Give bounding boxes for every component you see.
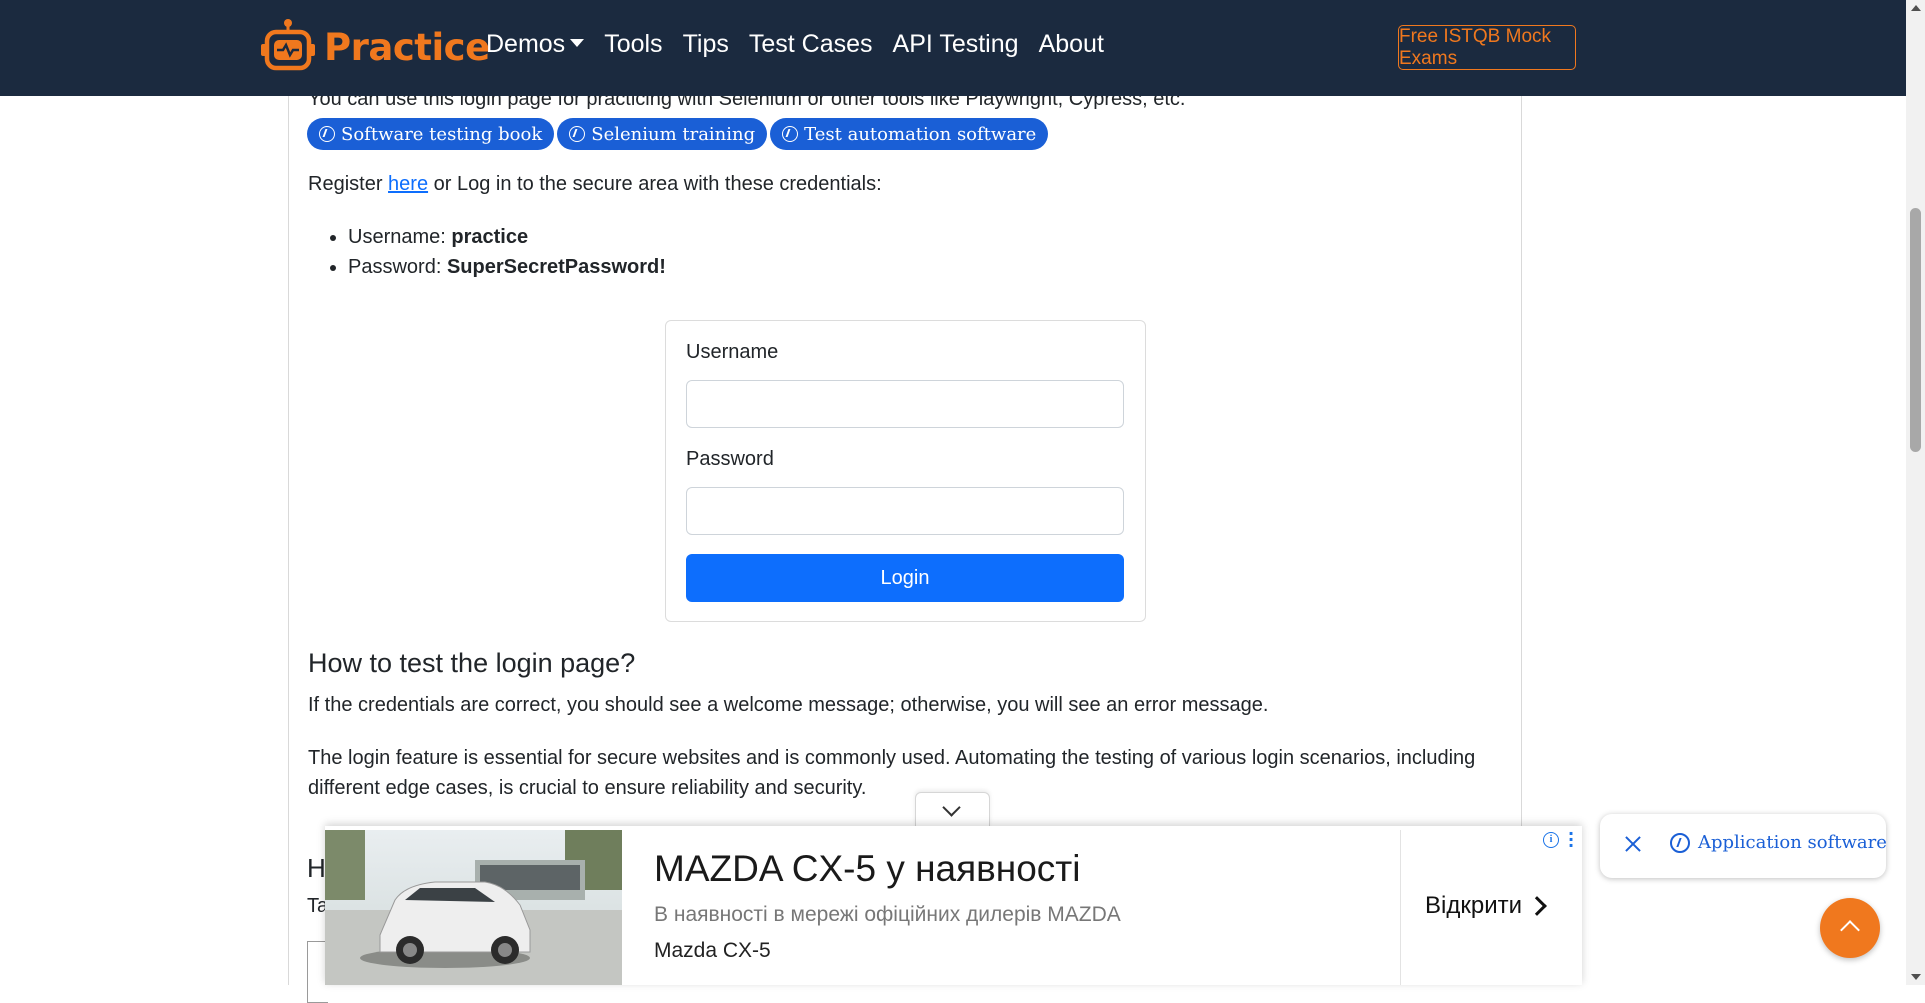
username-cred-value: practice [451,226,529,248]
ad-divider [1400,830,1401,985]
register-text: Register here or Log in to the secure ar… [308,173,882,196]
lightning-icon [319,126,335,142]
ad-open-label: Відкрити [1425,892,1522,919]
top-navbar: Practice Demos Tools Tips Test Cases API… [0,0,1906,96]
login-button[interactable]: Login [686,554,1124,602]
password-cred-label: Password: [348,256,447,278]
nav-item-about[interactable]: About [1039,30,1104,59]
list-item: Username: practice [348,222,666,252]
how-to-test-heading: How to test the login page? [308,648,636,678]
topic-pills: Software testing book Selenium training … [307,118,1049,150]
ad-description: В наявності в мережі офіційних дилерів M… [654,903,1121,926]
brand-name: Practice [324,25,490,69]
application-software-label: Application software [1698,832,1887,853]
lightning-icon [782,126,799,142]
nav-item-tips[interactable]: Tips [683,30,729,59]
ad-menu-dots-icon[interactable]: · · · [1568,826,1574,854]
username-label: Username [686,341,779,363]
ad-info-icon[interactable]: i [1543,832,1559,848]
password-cred-value: SuperSecretPassword! [446,256,666,278]
nav-item-tools[interactable]: Tools [604,30,662,59]
lightning-icon [1670,832,1690,853]
how-to-paragraph-2: The login feature is essential for secur… [308,747,1476,799]
pill-selenium-training[interactable]: Selenium training [557,118,768,150]
close-icon[interactable] [1620,832,1646,858]
ad-banner[interactable]: MAZDA CX-5 у наявності В наявності в мер… [325,826,1582,985]
ad-model: Mazda CX-5 [654,939,771,962]
scroll-up-arrow-icon[interactable] [1911,5,1921,11]
lightning-icon [569,126,586,142]
username-input[interactable] [686,380,1124,428]
login-form: Username Password Login [665,320,1146,622]
nav-item-api-testing[interactable]: API Testing [893,30,1019,59]
scroll-down-arrow-icon[interactable] [1911,974,1921,980]
istqb-mock-exams-button[interactable]: Free ISTQB Mock Exams [1398,25,1576,70]
pill-label: Software testing book [341,123,543,145]
pill-software-testing-book[interactable]: Software testing book [307,118,555,150]
username-cred-label: Username: [348,226,452,248]
scrollbar-thumb[interactable] [1910,208,1921,452]
chevron-right-icon [1527,896,1547,916]
nav-menu: Demos Tools Tips Test Cases API Testing … [486,30,1124,59]
nav-item-demos-label: Demos [486,30,566,58]
caret-down-icon [570,39,585,48]
how-to-paragraph-1: If the credentials are correct, you shou… [308,694,1269,716]
scroll-to-top-button[interactable] [1820,898,1880,958]
robot-logo-icon [261,19,315,71]
pill-test-automation-software[interactable]: Test automation software [770,118,1049,150]
credentials-list: Username: practice Password: SuperSecret… [326,222,666,282]
password-input[interactable] [686,487,1124,535]
car-photo [325,830,622,985]
password-label: Password [686,448,774,470]
pill-label: Test automation software [804,123,1037,145]
register-prefix: Register [308,173,389,195]
application-software-link[interactable]: Application software [1670,832,1887,853]
application-software-pill: Application software [1600,814,1887,878]
brand-logo[interactable]: Practice [258,17,490,77]
partial-heading: H [307,853,326,883]
ad-car-image[interactable] [325,830,622,985]
nav-item-test-cases[interactable]: Test Cases [749,30,873,59]
page-scrollbar[interactable] [1906,0,1925,985]
ad-open-button[interactable]: Відкрити [1425,892,1547,920]
pill-label: Selenium training [591,123,756,145]
register-suffix: or Log in to the secure area with these … [428,173,882,195]
list-item: Password: SuperSecretPassword! [348,252,666,282]
ad-collapse-button[interactable] [915,792,990,827]
register-link[interactable]: here [388,173,428,195]
ad-headline[interactable]: MAZDA CX-5 у наявності [654,848,1080,890]
nav-item-demos[interactable]: Demos [486,30,585,59]
